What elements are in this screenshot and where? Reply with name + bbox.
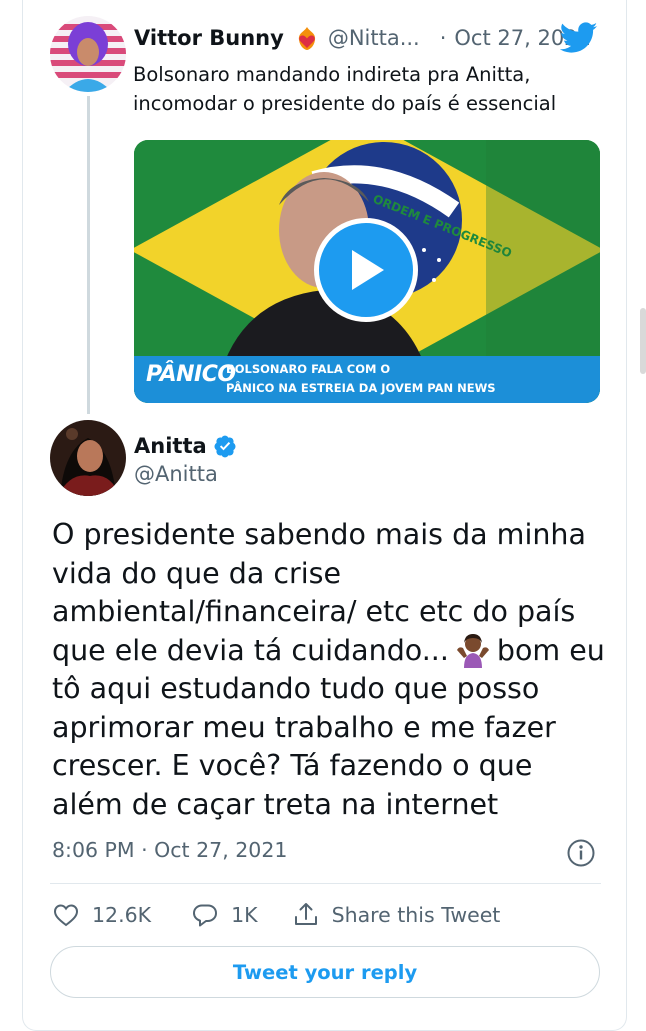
tweet-your-reply-button[interactable]: Tweet your reply: [50, 946, 600, 998]
reply-action[interactable]: 1K: [191, 901, 258, 929]
play-button[interactable]: [314, 218, 418, 322]
vittor-bunny-avatar[interactable]: [50, 16, 126, 92]
twitter-bird-icon[interactable]: [560, 22, 598, 54]
main-tweet-text: O presidente sabendo mais da minha vida …: [52, 516, 612, 824]
quoted-tweet-text: Bolsonaro mandando indireta pra Anitta, …: [133, 63, 557, 115]
main-name-row: Anitta: [134, 430, 237, 462]
video-player[interactable]: ORDEM E PROGRESSO PÂNICO BOLSONARO FALA …: [134, 140, 600, 403]
banner-caption: BOLSONARO FALA COM O PÂNICO NA ESTREIA D…: [226, 360, 496, 398]
anitta-avatar[interactable]: [50, 420, 126, 496]
reply-bubble-icon: [193, 904, 218, 927]
heart-icon: [53, 904, 79, 927]
woman-shrugging-emoji-icon: [456, 633, 489, 668]
share-action[interactable]: Share this Tweet: [292, 901, 501, 929]
share-icon: [294, 903, 317, 925]
tweet-timestamp[interactable]: 8:06 PM · Oct 27, 2021: [52, 838, 287, 862]
tweet-actions: 12.6K 1K Share this Tweet: [52, 898, 500, 932]
quoted-handle[interactable]: @Nitta...: [328, 26, 420, 50]
quoted-display-name[interactable]: Vittor Bunny: [134, 26, 284, 50]
like-count: 12.6K: [92, 903, 152, 927]
panico-logo: PÂNICO: [146, 362, 236, 387]
like-action[interactable]: 12.6K: [52, 901, 151, 929]
separator-dot: ·: [439, 26, 447, 50]
reply-count: 1K: [231, 903, 258, 927]
play-icon: [352, 250, 384, 290]
verified-badge-icon: [214, 435, 236, 458]
share-label: Share this Tweet: [331, 903, 501, 927]
quoted-tweet-header: Vittor Bunny @Nitta... · Oct 27, 2021: [134, 22, 591, 54]
divider: [50, 883, 601, 884]
banner-line-2: PÂNICO NA ESTREIA DA JOVEM PAN NEWS: [226, 381, 496, 395]
main-display-name[interactable]: Anitta: [134, 434, 207, 458]
video-banner: PÂNICO BOLSONARO FALA COM O PÂNICO NA ES…: [134, 356, 600, 403]
heart-on-fire-emoji-icon: [298, 27, 315, 50]
info-icon[interactable]: [566, 838, 596, 868]
main-handle[interactable]: @Anitta: [134, 462, 218, 486]
scrollbar[interactable]: [640, 308, 646, 374]
thread-line: [87, 96, 90, 414]
banner-line-1: BOLSONARO FALA COM O: [226, 362, 391, 376]
